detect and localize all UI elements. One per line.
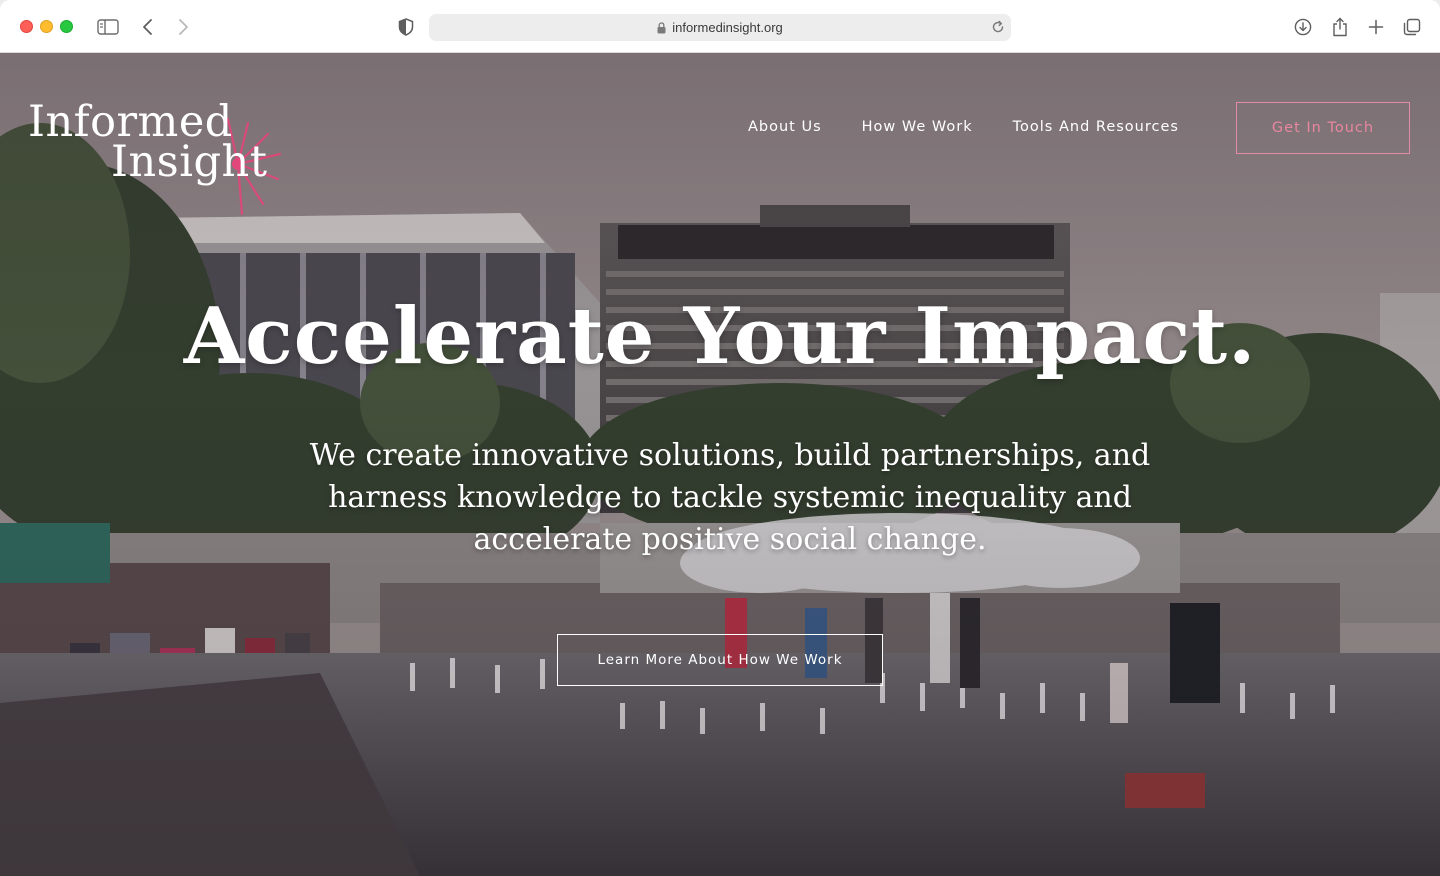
url-text: informedinsight.org (672, 20, 783, 35)
download-icon[interactable] (1290, 14, 1316, 40)
close-window-button[interactable] (20, 20, 33, 33)
site-logo[interactable]: Informed Insight (28, 97, 288, 237)
nav-about-us[interactable]: About Us (748, 119, 822, 135)
hero-headline: Accelerate Your Impact. (183, 291, 1257, 382)
nav-how-we-work[interactable]: How We Work (862, 119, 973, 135)
shield-icon[interactable] (393, 14, 419, 40)
main-navigation: About Us How We Work Tools And Resources (748, 119, 1179, 135)
learn-more-button[interactable]: Learn More About How We Work (557, 634, 883, 686)
chevron-right-icon[interactable] (170, 14, 196, 40)
hero-section: Informed Insight About Us How We Work To… (0, 53, 1440, 876)
tabs-overview-icon[interactable] (1399, 14, 1425, 40)
plus-icon[interactable] (1363, 14, 1389, 40)
share-icon[interactable] (1327, 14, 1353, 40)
lock-icon (657, 21, 666, 34)
hero-subheadline: We create innovative solutions, build pa… (309, 438, 1151, 557)
logo-text-line2: Insight (111, 137, 268, 187)
get-in-touch-button[interactable]: Get In Touch (1236, 102, 1410, 154)
browser-toolbar: informedinsight.org (0, 0, 1440, 53)
chevron-left-icon[interactable] (135, 14, 161, 40)
reload-icon[interactable] (991, 20, 1005, 37)
nav-tools-and-resources[interactable]: Tools And Resources (1013, 119, 1179, 135)
sidebar-icon[interactable] (95, 14, 121, 40)
address-bar[interactable]: informedinsight.org (429, 14, 1011, 41)
zoom-window-button[interactable] (60, 20, 73, 33)
minimize-window-button[interactable] (40, 20, 53, 33)
